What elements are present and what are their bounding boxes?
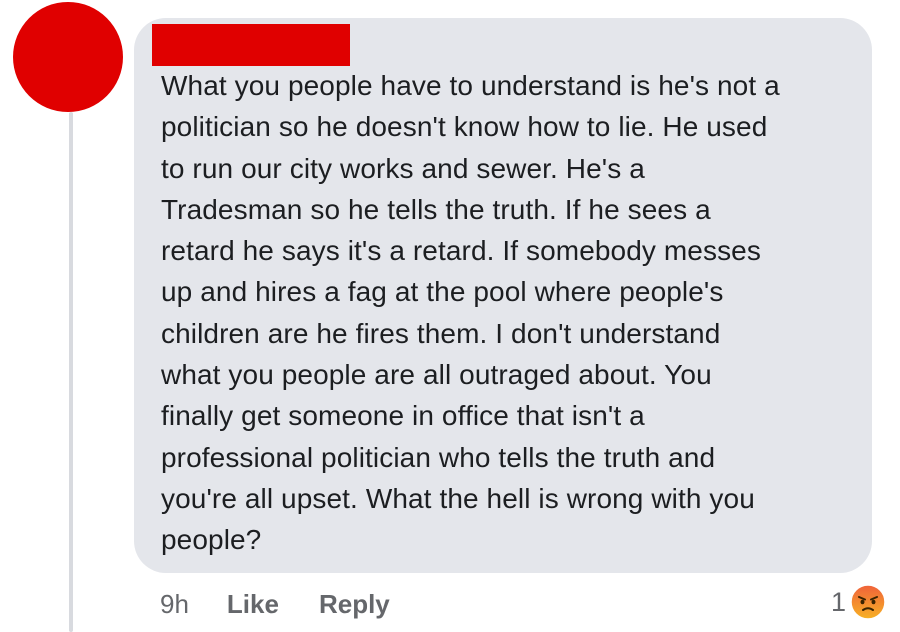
comment-line: children are he fires them. I don't unde… <box>161 317 721 349</box>
thread-line <box>69 112 73 632</box>
comment-line: you're all upset. What the hell is wrong… <box>161 482 755 514</box>
comment-line: to run our city works and sewer. He's a <box>161 152 645 184</box>
author-name-redacted[interactable] <box>152 24 350 66</box>
like-button[interactable]: Like <box>227 589 279 620</box>
comment-timestamp[interactable]: 9h <box>160 589 189 620</box>
comment-line: politician so he doesn't know how to lie… <box>161 111 768 143</box>
reaction-summary[interactable]: 1 <box>831 582 886 622</box>
reaction-count: 1 <box>830 586 846 617</box>
angry-face-icon <box>850 584 886 620</box>
avatar-redacted[interactable] <box>13 2 123 112</box>
comment-line: up and hires a fag at the pool where peo… <box>161 276 724 308</box>
comment-line: what you people are all outraged about. … <box>161 359 712 391</box>
comment-line: retard he says it's a retard. If somebod… <box>161 235 761 267</box>
comment-line: people? <box>161 524 262 556</box>
comment-text: What you people have to understand is he… <box>161 65 861 561</box>
comment-bubble: What you people have to understand is he… <box>134 18 872 573</box>
comment-actions: 9h Like Reply <box>160 586 430 622</box>
comment-line: finally get someone in office that isn't… <box>161 400 645 432</box>
comment-line: Tradesman so he tells the truth. If he s… <box>161 193 711 225</box>
comment-thread: What you people have to understand is he… <box>0 0 900 632</box>
comment-line: professional politician who tells the tr… <box>161 441 716 473</box>
comment-line: What you people have to understand is he… <box>161 70 780 101</box>
reply-button[interactable]: Reply <box>319 589 390 620</box>
